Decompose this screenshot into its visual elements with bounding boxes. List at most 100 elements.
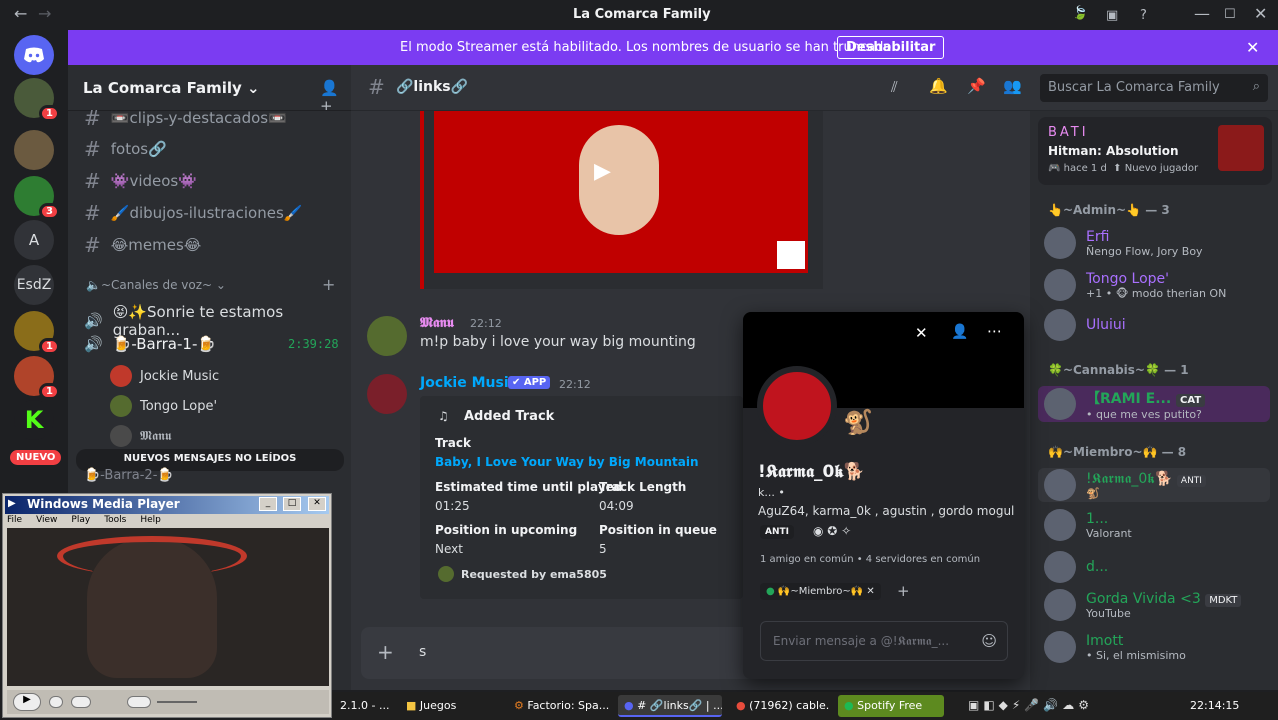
badge-icons[interactable]: ◉ ✪ ✧	[813, 524, 851, 538]
member-item[interactable]: 【RAMI E... CAT • que me ves putito?	[1038, 386, 1270, 422]
member-tag: MDKT	[1205, 593, 1242, 607]
threads-icon[interactable]: ⫽	[891, 78, 898, 96]
back-arrow-icon[interactable]: ←	[14, 4, 27, 23]
channel-item[interactable]: # 😂memes😂	[84, 233, 201, 257]
taskbar-item[interactable]: ■ Juegos	[400, 695, 502, 717]
search-input[interactable]: Buscar La Comarca Family ⌕	[1040, 74, 1268, 102]
taskbar-item[interactable]: ● # 🔗links🔗 | ...	[618, 695, 722, 717]
embed-value: 04:09	[599, 499, 634, 513]
prev-icon[interactable]	[71, 696, 91, 708]
banner-text: El modo Streamer está habilitado. Los no…	[400, 40, 896, 55]
server-icon[interactable]: A	[14, 220, 54, 260]
embed-title: Added Track	[464, 409, 555, 424]
voice-channel[interactable]: 🔊 🍺-Barra-1-🍺	[84, 335, 216, 353]
message-author[interactable]: Jockie Music	[420, 375, 517, 391]
member-group-title: 👆~Admin~👆 — 3	[1048, 203, 1170, 217]
volume-slider[interactable]	[157, 701, 197, 703]
voice-channel[interactable]: 🔊 😝✨Sonrie te estamos graban...	[84, 303, 351, 339]
member-item[interactable]: Imott • Si, el mismisimo	[1044, 631, 1186, 663]
server-icon[interactable]: EsdZ	[14, 265, 54, 305]
server-icon[interactable]: 3	[14, 176, 60, 220]
remove-friend-icon[interactable]: ✕	[915, 324, 928, 342]
server-icon[interactable]: 1	[14, 311, 60, 355]
inbox-icon[interactable]: ▣	[1106, 8, 1118, 23]
avatar	[1044, 509, 1076, 541]
menu-item[interactable]: Tools	[104, 515, 126, 525]
new-badge[interactable]: NUEVO	[10, 450, 62, 465]
server-icon[interactable]: 1	[14, 78, 60, 122]
taskbar-item[interactable]: ⚙ Factorio: Spa...	[508, 695, 612, 717]
disable-button[interactable]: Deshabilitar	[837, 36, 945, 59]
channel-item[interactable]: # 👾videos👾	[84, 169, 197, 193]
close-window-icon[interactable]: ✕	[1254, 4, 1267, 23]
avatar[interactable]	[367, 316, 407, 356]
minimize-icon[interactable]: —	[1194, 4, 1210, 23]
menu-item[interactable]: Play	[71, 515, 90, 525]
member-item[interactable]: d...	[1044, 551, 1108, 583]
taskbar-item[interactable]: 2.1.0 - ...	[334, 695, 396, 717]
pin-icon[interactable]: 📌	[967, 77, 986, 95]
close-icon[interactable]: ✕	[1246, 38, 1259, 57]
voice-user[interactable]: Tongo Lope'	[110, 395, 217, 417]
profile-avatar[interactable]	[757, 366, 837, 446]
activity-card[interactable]: BATI Hitman: Absolution 🎮 hace 1 d ⬆ Nue…	[1038, 117, 1272, 185]
menu-item[interactable]: View	[36, 515, 57, 525]
member-item[interactable]: 1... Valorant	[1044, 509, 1132, 541]
more-icon[interactable]: ⋯	[987, 322, 1002, 340]
add-channel-icon[interactable]: +	[322, 275, 335, 294]
close-icon[interactable]: ✕	[308, 497, 326, 511]
role-pill[interactable]: ● 🙌~Miembro~🙌 ✕	[760, 583, 881, 600]
voice-user[interactable]: Jockie Music	[110, 365, 219, 387]
message-author[interactable]: 𝕸𝖆𝖓𝖚	[420, 315, 454, 331]
track-link[interactable]: Baby, I Love Your Way by Big Mountain	[435, 455, 699, 469]
play-icon[interactable]: ▶	[594, 159, 611, 184]
play-icon[interactable]: ▶	[13, 693, 41, 711]
add-friend-icon[interactable]: 👤	[951, 324, 968, 340]
composer-text: s	[419, 644, 427, 660]
member-item[interactable]: Gorda Vivida <3 MDKT YouTube	[1044, 589, 1242, 621]
profile-aliases: AguZ64, karma_0k , agustin , gordo mogul	[758, 504, 1015, 518]
member-item[interactable]: Erfi Ñengo Flow, Jory Boy	[1044, 227, 1203, 259]
maximize-icon[interactable]: ☐	[1224, 7, 1236, 22]
members-icon[interactable]: 👥	[1003, 77, 1022, 95]
voice-user[interactable]: 𝕸𝖆𝖓𝖚	[110, 425, 171, 447]
tray-icons[interactable]: ▣◧◆⚡🎤🔊☁⚙	[968, 698, 1093, 712]
server-name[interactable]: La Comarca Family ⌄	[83, 79, 260, 97]
emoji-icon[interactable]: ☺	[981, 632, 997, 650]
maximize-icon[interactable]: □	[283, 497, 301, 511]
channel-name: 🔗links🔗	[396, 79, 469, 95]
member-item[interactable]: Uluiui	[1044, 309, 1126, 341]
mutual-info[interactable]: 1 amigo en común • 4 servidores en común	[760, 554, 980, 565]
embed-label: Estimated time until played	[435, 480, 623, 494]
channel-item[interactable]: # fotos🔗	[84, 137, 167, 161]
server-icon[interactable]: 1	[14, 356, 60, 400]
bell-icon[interactable]: 🔔	[929, 77, 948, 95]
member-item[interactable]: !𝕶𝖆𝖗𝖒𝖆_0𝖐🐕 ANTI 🐒	[1038, 468, 1270, 502]
help-icon[interactable]: ?	[1140, 8, 1147, 23]
server-icon[interactable]	[14, 130, 54, 170]
minimize-icon[interactable]: _	[259, 497, 277, 511]
member-item[interactable]: Tongo Lope' +1 • 🐵 modo therian ON	[1044, 269, 1226, 301]
leaf-icon[interactable]: 🍃	[1072, 6, 1088, 21]
taskbar-item[interactable]: ● Spotify Free	[838, 695, 944, 717]
add-role-icon[interactable]: +	[897, 582, 910, 600]
channel-item[interactable]: # 📼clips-y-destacados📼	[84, 106, 287, 130]
video-thumbnail[interactable]: ▶	[434, 111, 808, 273]
voice-channel[interactable]: 🍺-Barra-2-🍺	[84, 468, 174, 483]
activity-game: Hitman: Absolution	[1048, 144, 1179, 158]
voice-timer: 2:39:28	[288, 337, 339, 351]
taskbar-item[interactable]: ● (71962) cable...	[730, 695, 830, 717]
add-attachment-icon[interactable]: +	[377, 640, 394, 664]
voice-category[interactable]: 🔈~Canales de voz~ ⌄	[86, 278, 226, 292]
dm-input[interactable]: Enviar mensaje a @!𝕶𝖆𝖗𝖒𝖆_... ☺	[760, 621, 1008, 661]
discord-home-icon[interactable]	[14, 35, 54, 75]
profile-badge[interactable]: ANTI	[760, 525, 794, 539]
stop-icon[interactable]	[49, 696, 63, 708]
channel-item[interactable]: # 🖌️dibujos-ilustraciones🖌️	[84, 201, 302, 225]
menu-item[interactable]: Help	[140, 515, 161, 525]
avatar[interactable]	[367, 374, 407, 414]
next-icon[interactable]	[127, 696, 151, 708]
forward-arrow-icon[interactable]: →	[38, 4, 51, 23]
menu-item[interactable]: File	[7, 515, 22, 525]
kick-icon[interactable]: K	[14, 400, 54, 440]
